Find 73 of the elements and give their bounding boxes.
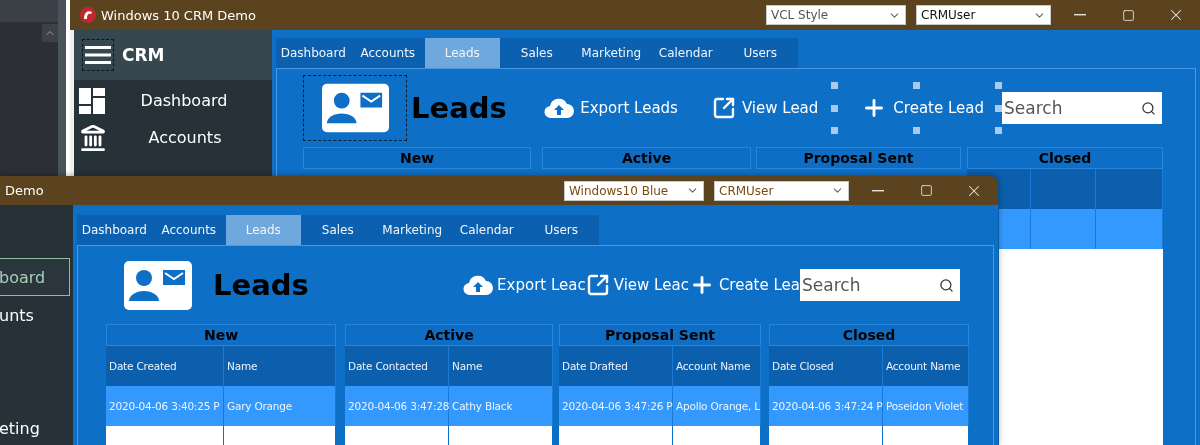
group-header: New <box>106 324 336 346</box>
search-icon <box>939 277 954 293</box>
sidebar-item[interactable]: Dashboard <box>74 82 272 119</box>
helmet-logo-icon <box>80 7 96 23</box>
tab[interactable]: Accounts <box>151 215 226 245</box>
scrollbar[interactable] <box>58 0 66 176</box>
group-header: Proposal Sent <box>559 324 761 346</box>
cloud-upload-icon <box>544 97 575 119</box>
maximize-icon <box>919 184 933 197</box>
user-dropdown[interactable]: CRMUser <box>714 180 849 201</box>
search-icon <box>1141 100 1156 116</box>
open-external-icon <box>585 273 610 297</box>
sidebar-item[interactable]: board <box>0 258 70 296</box>
toolbar-button[interactable]: Create Lea <box>688 269 800 301</box>
maximize-icon <box>1121 8 1135 22</box>
group-header: Closed <box>967 147 1163 169</box>
tab[interactable]: Marketing <box>375 215 450 245</box>
toolbar-button[interactable]: Export Leads <box>544 92 678 124</box>
open-external-icon <box>711 96 736 120</box>
tab[interactable]: Sales <box>300 215 375 245</box>
page-title: Leads <box>213 268 309 302</box>
tab[interactable]: Dashboard <box>276 38 351 68</box>
selection-handle[interactable] <box>995 127 1002 134</box>
user-dropdown[interactable]: CRMUser <box>916 5 1051 25</box>
selection-handle[interactable] <box>913 82 921 89</box>
tab[interactable]: Calendar <box>648 38 723 68</box>
search-field[interactable]: Search <box>800 269 960 301</box>
selection-handle[interactable] <box>831 127 839 134</box>
tab[interactable]: Users <box>723 38 798 68</box>
contact-card-icon <box>321 83 389 133</box>
group-header: Closed <box>769 324 969 346</box>
selection-handle[interactable] <box>831 104 839 112</box>
dashboard-icon <box>79 87 105 114</box>
window-title: Windows 10 CRM Demo <box>101 7 256 23</box>
scroll-up-button[interactable] <box>42 24 58 42</box>
tab[interactable]: Sales <box>499 38 574 68</box>
panel-header <box>0 0 58 22</box>
sidebar-title: CRM <box>122 45 165 65</box>
toolbar-button[interactable]: View Lead <box>711 92 819 124</box>
selection-handle[interactable] <box>831 82 839 89</box>
minimize-icon <box>872 189 884 192</box>
group-header: Proposal Sent <box>756 147 961 169</box>
menu-icon <box>85 45 111 65</box>
style-dropdown[interactable]: VCL Style <box>766 5 906 25</box>
toolbar-button[interactable]: Create Lead <box>861 92 984 124</box>
tab[interactable]: Calendar <box>449 215 524 245</box>
search-placeholder: Search <box>1004 98 1063 118</box>
group-header: Active <box>542 147 751 169</box>
page-title: Leads <box>411 91 507 125</box>
style-dropdown[interactable]: Windows10 Blue <box>564 180 704 201</box>
contact-card-icon <box>124 260 192 310</box>
cloud-upload-icon <box>463 274 494 296</box>
toolbar-button[interactable]: Export Leac <box>463 269 586 301</box>
sidebar-item[interactable]: unts <box>0 296 70 334</box>
menu-button[interactable] <box>82 39 114 71</box>
sidebar-item[interactable]: Accounts <box>74 119 272 156</box>
search-placeholder: Search <box>802 275 861 295</box>
tab[interactable]: Accounts <box>350 38 425 68</box>
bank-icon <box>79 123 107 152</box>
tab[interactable]: Marketing <box>574 38 649 68</box>
tab[interactable]: Dashboard <box>77 215 152 245</box>
group-header: New <box>303 147 531 169</box>
window-title: Demo <box>5 183 44 198</box>
selection-handle[interactable] <box>995 82 1002 89</box>
tab[interactable]: Users <box>524 215 599 245</box>
selection-handle[interactable] <box>995 104 1002 112</box>
toolbar-button[interactable]: View Leac <box>585 269 689 301</box>
sidebar-item[interactable]: eting <box>0 409 70 445</box>
table-row[interactable] <box>999 209 1163 249</box>
group-header: Active <box>345 324 553 346</box>
search-field[interactable]: Search <box>1002 92 1162 124</box>
minimize-icon <box>1074 14 1086 16</box>
selection-handle[interactable] <box>913 127 921 134</box>
